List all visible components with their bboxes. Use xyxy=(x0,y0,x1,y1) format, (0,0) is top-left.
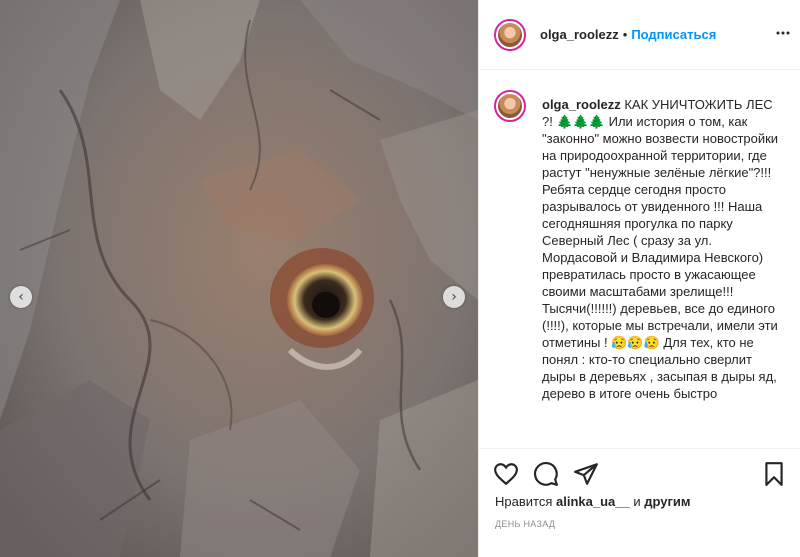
carousel-next-button[interactable]: › xyxy=(443,286,465,308)
tree-bark-image xyxy=(0,0,478,557)
likes-prefix: Нравится xyxy=(495,494,556,509)
chevron-right-icon: › xyxy=(451,289,457,305)
action-bar xyxy=(479,448,800,496)
carousel-prev-button[interactable]: ‹ xyxy=(10,286,32,308)
more-icon[interactable] xyxy=(776,26,790,40)
caption-username[interactable]: olga_roolezz xyxy=(542,97,621,112)
comment-icon[interactable] xyxy=(533,461,559,487)
chevron-left-icon: ‹ xyxy=(18,289,24,305)
caption-text-block: olga_roolezz КАК УНИЧТОЖИТЬ ЛЕС ?! 🌲🌲🌲 И… xyxy=(542,96,787,402)
avatar[interactable] xyxy=(494,18,526,51)
post-header: olga_roolezz • Подписаться xyxy=(479,0,800,70)
caption-body: КАК УНИЧТОЖИТЬ ЛЕС ?! 🌲🌲🌲 Или история о … xyxy=(542,97,782,401)
heart-icon[interactable] xyxy=(493,461,519,487)
separator-dot: • xyxy=(622,27,628,42)
likes-others-link[interactable]: другим xyxy=(644,494,690,509)
post-caption: olga_roolezz КАК УНИЧТОЖИТЬ ЛЕС ?! 🌲🌲🌲 И… xyxy=(494,86,794,446)
caption-avatar[interactable] xyxy=(494,90,526,122)
share-icon[interactable] xyxy=(573,461,599,487)
author-username[interactable]: olga_roolezz xyxy=(540,27,619,42)
post-timestamp[interactable]: день назад xyxy=(495,519,555,529)
likes-summary: Нравится alinka_ua__ и другим xyxy=(495,494,690,509)
follow-button[interactable]: Подписаться xyxy=(631,27,716,42)
likes-and: и xyxy=(629,494,645,509)
post-sidebar: olga_roolezz • Подписаться olga_roolezz … xyxy=(478,0,800,557)
post-photo: ‹ › xyxy=(0,0,478,557)
liked-by-user[interactable]: alinka_ua__ xyxy=(556,494,630,509)
bookmark-icon[interactable] xyxy=(761,461,787,487)
